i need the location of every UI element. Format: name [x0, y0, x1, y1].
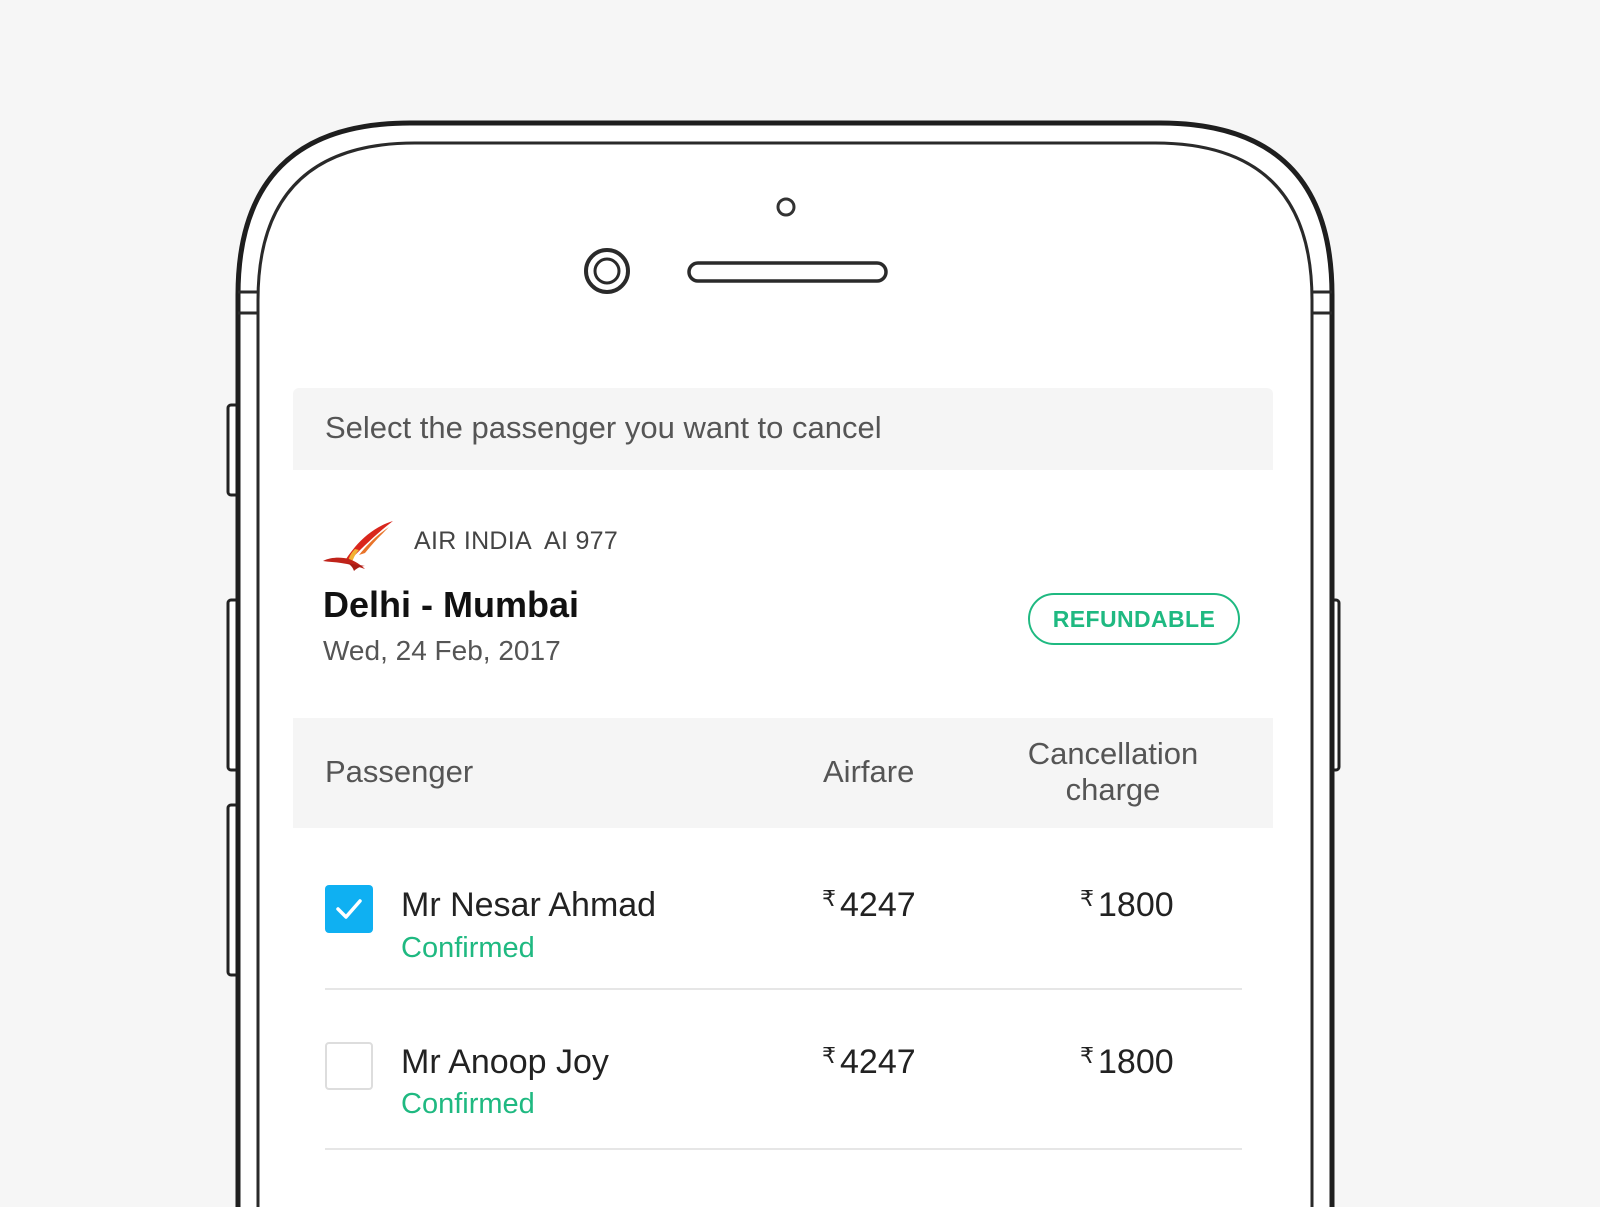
passenger-checkbox-unchecked[interactable]: [325, 1042, 373, 1090]
airfare-amount: ₹4247: [822, 886, 916, 925]
passenger-name: Mr Nesar Ahmad: [401, 886, 657, 924]
checkmark-icon: [336, 899, 362, 919]
cancellation-charge-amount: ₹1800: [1080, 1043, 1174, 1082]
airline-info: AIR INDIA AI 977: [414, 527, 618, 556]
rupee-icon: ₹: [822, 886, 836, 911]
instruction-bar: Select the passenger you want to cancel: [293, 388, 1273, 470]
air-india-logo-icon: [323, 521, 393, 571]
passenger-row[interactable]: Mr Anoop Joy Confirmed ₹4247 ₹1800: [325, 988, 1242, 1150]
column-header-charge-line1: Cancellation: [1027, 736, 1199, 771]
flight-route: Delhi - Mumbai: [323, 584, 580, 625]
phone-proximity-sensor: [776, 197, 796, 217]
cancellation-charge-amount: ₹1800: [1080, 886, 1174, 925]
column-header-passenger: Passenger: [325, 754, 474, 789]
refundable-badge: REFUNDABLE: [1028, 593, 1240, 645]
rupee-icon: ₹: [1080, 1043, 1094, 1068]
column-header-airfare: Airfare: [823, 754, 915, 789]
passenger-row[interactable]: Mr Nesar Ahmad Confirmed ₹4247 ₹1800: [325, 828, 1242, 990]
flight-number: AI 977: [544, 527, 619, 555]
flight-date: Wed, 24 Feb, 2017: [323, 635, 561, 666]
airline-name: AIR INDIA: [414, 527, 532, 555]
passenger-name: Mr Anoop Joy: [401, 1043, 609, 1081]
rupee-icon: ₹: [1080, 886, 1094, 911]
passenger-status: Confirmed: [401, 1088, 535, 1120]
airfare-value: 4247: [840, 1043, 916, 1081]
airfare-value: 4247: [840, 886, 916, 924]
column-header-charge-line2: charge: [1065, 772, 1161, 807]
rupee-icon: ₹: [822, 1043, 836, 1068]
cancellation-card: Select the passenger you want to cancel …: [293, 388, 1273, 1207]
charge-value: 1800: [1098, 1043, 1174, 1081]
app-mockup: Select the passenger you want to cancel …: [0, 0, 1600, 1207]
passenger-table-header: Passenger Airfare Cancellation charge: [293, 718, 1273, 828]
passenger-checkbox-checked[interactable]: [325, 885, 373, 933]
column-header-cancellation-charge: Cancellation charge: [993, 736, 1233, 808]
phone-earpiece-speaker: [687, 261, 888, 283]
instruction-text: Select the passenger you want to cancel: [325, 410, 882, 445]
airfare-amount: ₹4247: [822, 1043, 916, 1082]
passenger-status: Confirmed: [401, 932, 535, 964]
charge-value: 1800: [1098, 886, 1174, 924]
phone-front-camera-lens: [593, 257, 621, 285]
